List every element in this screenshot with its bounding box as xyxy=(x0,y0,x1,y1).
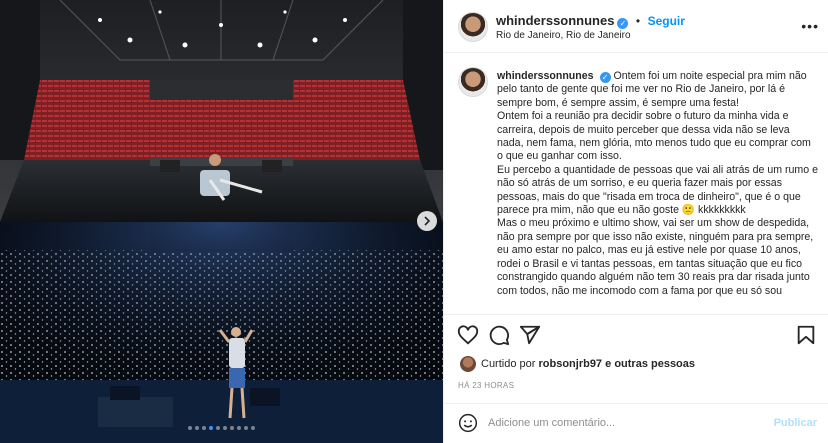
verified-badge-icon: ✓ xyxy=(599,72,611,83)
caption-text: whinderssonnunes ✓ Ontem foi um noite esp… xyxy=(497,70,819,298)
likes-connector: e xyxy=(605,358,612,370)
separator-dot: • xyxy=(635,14,641,28)
carousel-indicator xyxy=(0,426,443,430)
post-timestamp[interactable]: HÁ 23 HORAS xyxy=(458,381,514,390)
caption-paragraph-2: Ontem foi a reunião pra decidir sobre o … xyxy=(497,110,811,163)
caption-avatar[interactable] xyxy=(458,67,488,97)
paper-plane-icon[interactable] xyxy=(519,324,541,346)
follow-button[interactable]: Seguir xyxy=(648,14,685,28)
comment-bar: Publicar xyxy=(444,403,828,443)
carousel-dot xyxy=(209,426,213,430)
comment-input[interactable] xyxy=(488,414,748,432)
liker-avatar[interactable] xyxy=(460,356,476,372)
post-header: whinderssonnunes ✓ • Seguir Rio de Janeir… xyxy=(444,0,828,53)
more-options-icon[interactable]: ••• xyxy=(801,18,819,34)
author-username[interactable]: whinderssonnunes xyxy=(496,13,614,28)
carousel-dot xyxy=(216,426,220,430)
caption-paragraph-3: Eu percebo a quantidade de pessoas que v… xyxy=(497,163,818,217)
carousel-dot xyxy=(195,426,199,430)
carousel-dot xyxy=(237,426,241,430)
likes-prefix: Curtido por xyxy=(481,358,536,370)
post-location[interactable]: Rio de Janeiro, Rio de Janeiro xyxy=(496,30,631,41)
likes-text: Curtido por robsonjrb97 e outras pessoas xyxy=(481,358,695,370)
publish-button[interactable]: Publicar xyxy=(774,417,817,429)
carousel-dot xyxy=(251,426,255,430)
likes-row: Curtido por robsonjrb97 e outras pessoas xyxy=(444,354,828,374)
bookmark-icon[interactable] xyxy=(795,324,817,346)
carousel-dot xyxy=(223,426,227,430)
chevron-right-icon xyxy=(424,216,431,226)
author-avatar[interactable] xyxy=(458,12,488,42)
caption-paragraph-4: Mas o meu próximo e ultimo show, vai ser… xyxy=(497,217,814,297)
post-photo xyxy=(0,0,443,443)
heart-icon[interactable] xyxy=(457,324,479,346)
carousel-dot xyxy=(244,426,248,430)
caption-username[interactable]: whinderssonnunes xyxy=(497,70,594,82)
post-panel: whinderssonnunes ✓ • Seguir Rio de Janeir… xyxy=(443,0,828,443)
smiley-icon[interactable] xyxy=(458,413,478,433)
liker-username[interactable]: robsonjrb97 xyxy=(538,358,602,370)
verified-badge-icon: ✓ xyxy=(617,18,629,29)
caption-section: whinderssonnunes ✓ Ontem foi um noite esp… xyxy=(444,53,828,314)
caption-paragraph: whinderssonnunes ✓ Ontem foi um noite esp… xyxy=(497,70,819,110)
post-actions xyxy=(444,314,828,354)
carousel-dot xyxy=(202,426,206,430)
carousel-next-button[interactable] xyxy=(417,211,437,231)
carousel-dot xyxy=(230,426,234,430)
likes-others-link[interactable]: outras pessoas xyxy=(614,358,695,370)
carousel-dot xyxy=(188,426,192,430)
comment-icon[interactable] xyxy=(488,324,510,346)
post-media-carousel[interactable] xyxy=(0,0,443,443)
